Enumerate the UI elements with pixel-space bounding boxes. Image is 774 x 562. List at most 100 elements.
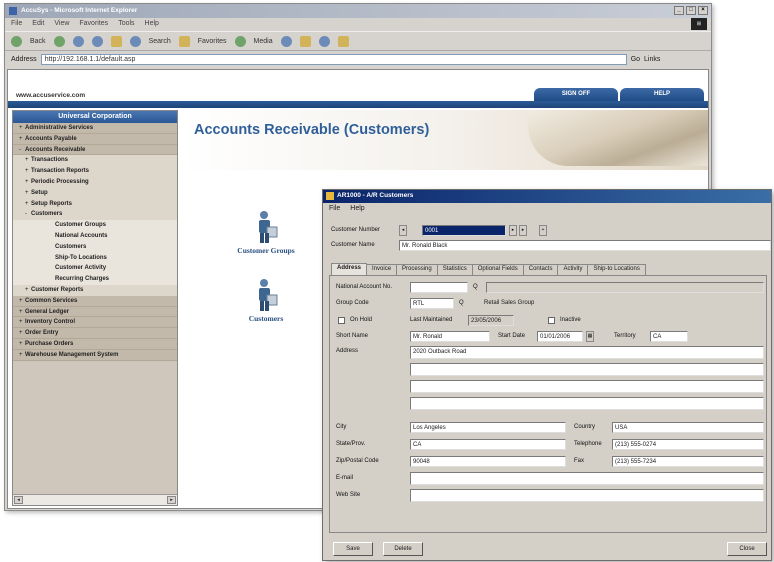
sidebar-item[interactable]: + Inventory Control [13,317,177,329]
customers-link[interactable]: Customers [226,278,306,323]
sign-off-tab[interactable]: SIGN OFF [534,88,618,101]
sidebar-item[interactable]: + Purchase Orders [13,338,177,350]
zip-field[interactable]: 90048 [410,456,566,467]
scroll-left-icon[interactable]: ◂ [14,496,23,504]
sidebar-item[interactable]: Customer Groups [13,220,177,231]
country-field[interactable]: USA [612,422,764,433]
sidebar-item[interactable]: + Transaction Reports [13,166,177,177]
help-tab[interactable]: HELP [620,88,704,101]
search-icon[interactable] [129,35,141,47]
menu-view[interactable]: View [54,20,69,28]
sidebar-item[interactable]: Customers [13,241,177,253]
group-code-field[interactable]: RTL [410,298,454,309]
go-button[interactable]: Go [631,56,640,63]
sidebar-item[interactable]: + Order Entry [13,328,177,339]
address-line-3[interactable] [410,380,764,393]
save-button[interactable]: Save [333,542,373,556]
city-field[interactable]: Los Angeles [410,422,566,433]
favorites-icon[interactable] [178,35,190,47]
sidebar-item[interactable]: Ship-To Locations [13,252,177,264]
inactive-checkbox[interactable] [548,317,555,324]
sidebar-item[interactable]: + General Ledger [13,306,177,318]
media-button[interactable]: Media [254,38,273,45]
dialog-menu-file[interactable]: File [329,205,340,213]
first-record-icon[interactable]: ◂ [399,225,407,236]
next-record-icon[interactable]: ▸ [519,225,527,236]
maximize-icon[interactable]: □ [686,6,696,15]
minimize-icon[interactable]: _ [674,6,684,15]
territory-field[interactable]: CA [650,331,688,342]
customer-groups-link[interactable]: Customer Groups [226,210,306,255]
close-button[interactable]: Close [727,542,767,556]
tab-address[interactable]: Address [331,263,368,275]
scroll-right-icon[interactable]: ▸ [167,496,176,504]
menu-tools[interactable]: Tools [118,20,134,28]
sidebar-item[interactable]: + Setup Reports [13,198,177,210]
home-icon[interactable] [110,35,122,47]
tab-processing[interactable]: Processing [396,264,438,275]
dialog-menu-help[interactable]: Help [350,205,364,213]
customer-number-field[interactable]: 0001 [422,225,506,236]
sidebar-item[interactable]: - Customers [13,209,177,221]
tab-optional-fields[interactable]: Optional Fields [471,264,524,275]
print-icon[interactable] [318,35,330,47]
website-field[interactable] [410,489,764,502]
calendar-icon[interactable]: ▦ [586,331,594,342]
national-account-finder-icon[interactable]: Q [473,284,478,290]
sidebar-item[interactable]: Recurring Charges [13,274,177,285]
menu-file[interactable]: File [11,20,22,28]
delete-button[interactable]: Delete [383,542,423,556]
refresh-icon[interactable] [91,35,103,47]
prev-record-icon[interactable]: ▸ [509,225,517,236]
on-hold-checkbox[interactable] [338,317,345,324]
customer-name-field[interactable]: Mr. Ronald Black [399,240,771,251]
sidebar-item[interactable]: + Transactions [13,155,177,167]
dialog-menubar: File Help [323,204,371,214]
fax-field[interactable]: (213) 555-7234 [612,456,764,467]
tab-ship-to[interactable]: Ship-to Locations [587,264,646,275]
sidebar-item[interactable]: + Administrative Services [13,123,177,134]
short-name-field[interactable]: Mr. Ronald [410,331,490,342]
back-button[interactable]: Back [30,38,46,45]
national-account-field[interactable] [410,282,468,293]
stop-icon[interactable] [72,35,84,47]
sidebar-item[interactable]: + Periodic Processing [13,176,177,188]
search-button[interactable]: Search [149,38,171,45]
tab-contacts[interactable]: Contacts [522,264,559,275]
mail-icon[interactable] [299,35,311,47]
sidebar-item-label: Transactions [31,157,69,164]
menu-favorites[interactable]: Favorites [79,20,108,28]
media-icon[interactable] [234,35,246,47]
state-field[interactable]: CA [410,439,566,450]
forward-icon[interactable] [53,35,65,47]
history-icon[interactable] [280,35,292,47]
sidebar-item[interactable]: Customer Activity [13,263,177,275]
group-code-finder-icon[interactable]: Q [459,300,464,306]
sidebar-scrollbar[interactable]: ◂ ▸ [13,494,177,505]
sidebar-item[interactable]: + Common Services [13,295,177,307]
sidebar-item[interactable]: + Setup [13,187,177,199]
edit-icon[interactable] [337,35,349,47]
back-icon[interactable] [11,35,22,47]
address-line-2[interactable] [410,363,764,376]
favorites-button[interactable]: Favorites [198,38,227,45]
new-record-icon[interactable]: + [539,225,547,236]
tab-activity[interactable]: Activity [557,264,589,275]
links-button[interactable]: Links [644,56,660,63]
tab-statistics[interactable]: Statistics [436,264,473,275]
menu-help[interactable]: Help [145,20,159,28]
address-input[interactable]: http://192.168.1.1/default.asp [40,54,627,65]
sidebar-item[interactable]: + Warehouse Management System [13,349,177,361]
start-date-field[interactable]: 01/01/2006 [537,331,583,342]
telephone-field[interactable]: (213) 555-0274 [612,439,764,450]
address-line-4[interactable] [410,397,764,410]
menu-edit[interactable]: Edit [32,20,44,28]
sidebar-item[interactable]: National Accounts [13,230,177,242]
tab-invoice[interactable]: Invoice [366,264,398,275]
sidebar-item[interactable]: - Accounts Receivable [13,144,177,156]
email-field[interactable] [410,472,764,485]
address-line-1[interactable]: 2020 Outback Road [410,346,764,359]
close-icon[interactable]: × [698,6,708,15]
sidebar-item[interactable]: + Accounts Payable [13,133,177,145]
sidebar-item[interactable]: + Customer Reports [13,284,177,296]
